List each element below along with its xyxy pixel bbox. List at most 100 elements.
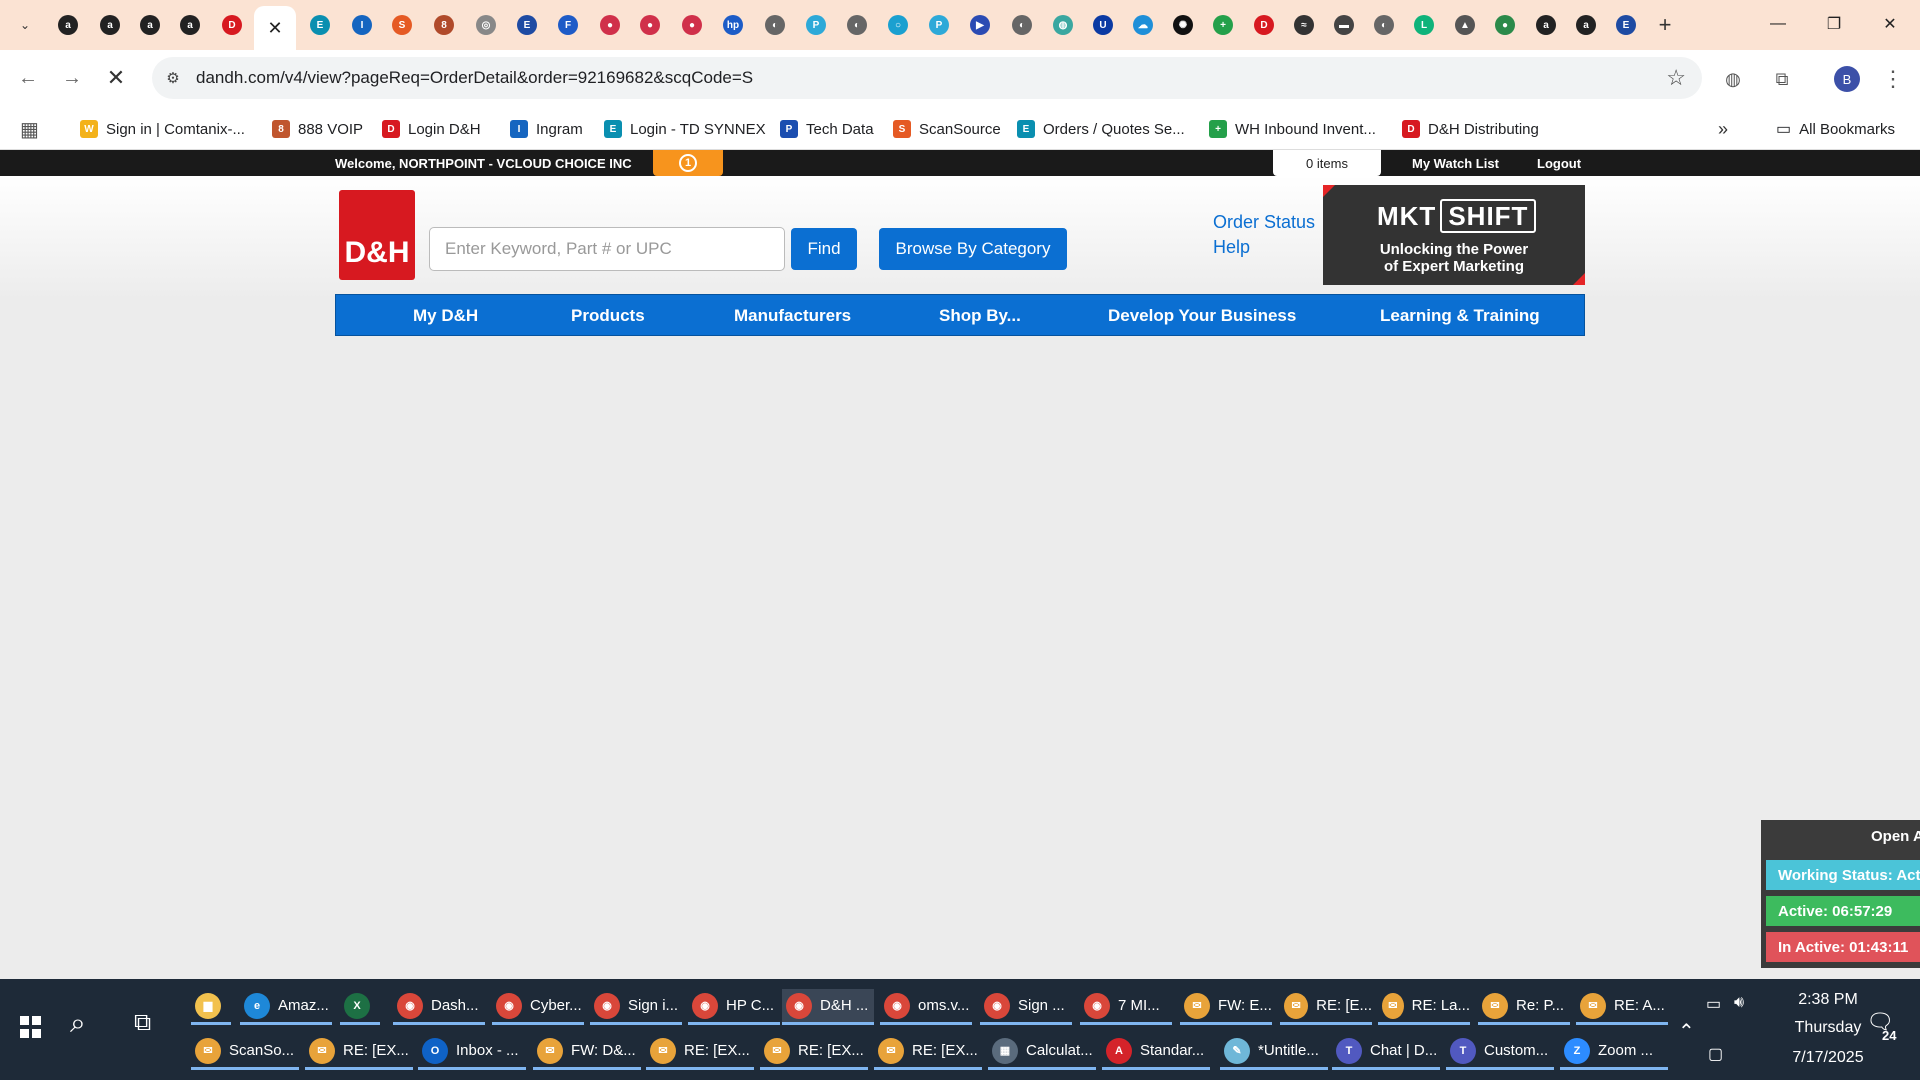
taskbar-app[interactable]: ▆ bbox=[191, 989, 231, 1025]
browser-tab[interactable]: U bbox=[1088, 10, 1118, 40]
browser-tab[interactable]: L bbox=[1409, 10, 1439, 40]
browser-tab[interactable]: E bbox=[305, 10, 335, 40]
taskbar-app[interactable]: ◉ Cyber... bbox=[492, 989, 584, 1025]
taskbar-app[interactable]: ◉ Sign ... bbox=[980, 989, 1072, 1025]
browser-tab[interactable]: ● bbox=[595, 10, 625, 40]
clock-date[interactable]: 7/17/2025 bbox=[1778, 1049, 1878, 1067]
bookmark-item[interactable]: 8 888 VOIP bbox=[272, 118, 363, 140]
browser-tab[interactable]: ● bbox=[635, 10, 665, 40]
nav-shop-by[interactable]: Shop By... bbox=[939, 306, 1021, 326]
browser-tab[interactable]: 8 bbox=[429, 10, 459, 40]
taskbar-app[interactable]: A Standar... bbox=[1102, 1034, 1210, 1070]
taskbar-app[interactable]: ◉ D&H ... bbox=[782, 989, 874, 1025]
extensions-puzzle-icon[interactable]: ⧉ bbox=[1767, 64, 1797, 94]
bookmark-item[interactable]: + WH Inbound Invent... bbox=[1209, 118, 1376, 140]
translate-globe-icon[interactable]: ◍ bbox=[1718, 64, 1748, 94]
browser-tab[interactable]: ▲ bbox=[1450, 10, 1480, 40]
bookmark-item[interactable]: E Login - TD SYNNEX bbox=[604, 118, 766, 140]
taskbar-app[interactable]: ✉ Re: P... bbox=[1478, 989, 1570, 1025]
tab-active-close[interactable]: ✕ bbox=[254, 6, 296, 50]
browser-tab[interactable]: ◐ bbox=[760, 10, 790, 40]
browser-tab[interactable]: E bbox=[512, 10, 542, 40]
taskbar-app[interactable]: ✉ RE: [EX... bbox=[646, 1034, 754, 1070]
nav-my-dandh[interactable]: My D&H bbox=[413, 306, 478, 326]
bookmark-item[interactable]: W Sign in | Comtanix-... bbox=[80, 118, 245, 140]
volume-icon[interactable]: 🔊︎ bbox=[1734, 994, 1744, 1012]
browser-tab[interactable]: ● bbox=[677, 10, 707, 40]
address-bar[interactable]: ⚙ dandh.com/v4/view?pageReq=OrderDetail&… bbox=[152, 57, 1702, 99]
open-app-button[interactable]: Open A bbox=[1871, 828, 1920, 845]
browser-tab[interactable]: ▶ bbox=[965, 10, 995, 40]
url-text[interactable]: dandh.com/v4/view?pageReq=OrderDetail&or… bbox=[196, 68, 753, 88]
taskbar-app[interactable]: ✉ RE: [EX... bbox=[305, 1034, 413, 1070]
order-status-link[interactable]: Order Status bbox=[1213, 212, 1315, 233]
mktshift-banner[interactable]: MKT SHIFT Unlocking the Power of Expert M… bbox=[1323, 185, 1585, 285]
browser-tab[interactable]: ◎ bbox=[471, 10, 501, 40]
kebab-menu-icon[interactable]: ⋮ bbox=[1878, 64, 1908, 94]
browser-tab[interactable]: ◍ bbox=[1048, 10, 1078, 40]
taskbar-app[interactable]: O Inbox - ... bbox=[418, 1034, 526, 1070]
find-button[interactable]: Find bbox=[791, 228, 857, 270]
bookmark-item[interactable]: I Ingram bbox=[510, 118, 583, 140]
clock-day[interactable]: Thursday bbox=[1778, 1019, 1878, 1037]
taskbar-app[interactable]: X bbox=[340, 989, 380, 1025]
browser-tab[interactable]: ◐ bbox=[1369, 10, 1399, 40]
logout-link[interactable]: Logout bbox=[1537, 156, 1581, 171]
browser-tab[interactable]: ○ bbox=[883, 10, 913, 40]
taskbar-app[interactable]: ✉ ScanSo... bbox=[191, 1034, 299, 1070]
site-settings-icon[interactable]: ⚙ bbox=[162, 67, 184, 89]
taskbar-app[interactable]: ◉ oms.v... bbox=[880, 989, 972, 1025]
browser-tab[interactable]: a bbox=[1571, 10, 1601, 40]
all-bookmarks-folder[interactable]: ▭ All Bookmarks bbox=[1776, 118, 1895, 140]
task-view-icon[interactable]: ⧉ bbox=[134, 1009, 151, 1037]
browser-tab[interactable]: ● bbox=[1490, 10, 1520, 40]
browser-tab[interactable]: + bbox=[1208, 10, 1238, 40]
bookmark-item[interactable]: P Tech Data bbox=[780, 118, 874, 140]
taskbar-app[interactable]: T Chat | D... bbox=[1332, 1034, 1440, 1070]
browser-tab[interactable]: ≈ bbox=[1289, 10, 1319, 40]
browser-tab[interactable]: D bbox=[1249, 10, 1279, 40]
browser-tab[interactable]: I bbox=[347, 10, 377, 40]
taskbar-app[interactable]: ✉ RE: La... bbox=[1378, 989, 1470, 1025]
taskbar-app[interactable]: ◉ Dash... bbox=[393, 989, 485, 1025]
browser-tab[interactable]: P bbox=[924, 10, 954, 40]
browser-tab[interactable]: a bbox=[53, 10, 83, 40]
browser-tab[interactable]: hp bbox=[718, 10, 748, 40]
taskbar-app[interactable]: ✉ RE: [EX... bbox=[760, 1034, 868, 1070]
nav-develop-your-business[interactable]: Develop Your Business bbox=[1108, 306, 1296, 326]
bookmark-item[interactable]: E Orders / Quotes Se... bbox=[1017, 118, 1185, 140]
forward-arrow-icon[interactable]: → bbox=[56, 62, 88, 94]
tab-search-chevron-icon[interactable]: ⌄ bbox=[12, 13, 38, 37]
network-display-icon[interactable]: ▢ bbox=[1708, 1044, 1723, 1064]
bookmark-star-icon[interactable]: ☆ bbox=[1666, 65, 1686, 91]
bookmark-item[interactable]: D Login D&H bbox=[382, 118, 481, 140]
dandh-logo[interactable]: D&H bbox=[339, 190, 415, 280]
taskbar-app[interactable]: ◉ Sign i... bbox=[590, 989, 682, 1025]
stop-loading-icon[interactable]: ✕ bbox=[100, 62, 132, 94]
minimize-icon[interactable]: — bbox=[1750, 0, 1806, 48]
taskbar-app[interactable]: T Custom... bbox=[1446, 1034, 1554, 1070]
nav-products[interactable]: Products bbox=[571, 306, 645, 326]
battery-icon[interactable]: ▭ bbox=[1706, 994, 1721, 1014]
taskbar-app[interactable]: ✉ RE: [E... bbox=[1280, 989, 1372, 1025]
restore-icon[interactable]: ❐ bbox=[1806, 0, 1862, 48]
notification-badge[interactable]: 1 bbox=[653, 150, 723, 176]
bookmark-item[interactable]: S ScanSource bbox=[893, 118, 1001, 140]
help-link[interactable]: Help bbox=[1213, 237, 1250, 258]
browser-tab[interactable]: ☁ bbox=[1128, 10, 1158, 40]
taskbar-app[interactable]: ◉ HP C... bbox=[688, 989, 780, 1025]
browser-tab[interactable]: a bbox=[1531, 10, 1561, 40]
browser-tab[interactable]: ◐ bbox=[842, 10, 872, 40]
back-arrow-icon[interactable]: ← bbox=[12, 62, 44, 94]
browser-tab[interactable]: ✺ bbox=[1168, 10, 1198, 40]
taskbar-app[interactable]: ✎ *Untitle... bbox=[1220, 1034, 1328, 1070]
close-icon[interactable]: ✕ bbox=[267, 18, 282, 39]
taskbar-app[interactable]: ✉ FW: D&... bbox=[533, 1034, 641, 1070]
watch-list-link[interactable]: My Watch List bbox=[1412, 156, 1499, 171]
apps-grid-icon[interactable]: ▦ bbox=[20, 118, 39, 141]
nav-manufacturers[interactable]: Manufacturers bbox=[734, 306, 851, 326]
taskbar-app[interactable]: ✉ RE: A... bbox=[1576, 989, 1668, 1025]
taskbar-app[interactable]: ▦ Calculat... bbox=[988, 1034, 1096, 1070]
close-window-icon[interactable]: ✕ bbox=[1862, 0, 1918, 48]
tray-chevron-up-icon[interactable]: ⌃ bbox=[1678, 1019, 1695, 1044]
